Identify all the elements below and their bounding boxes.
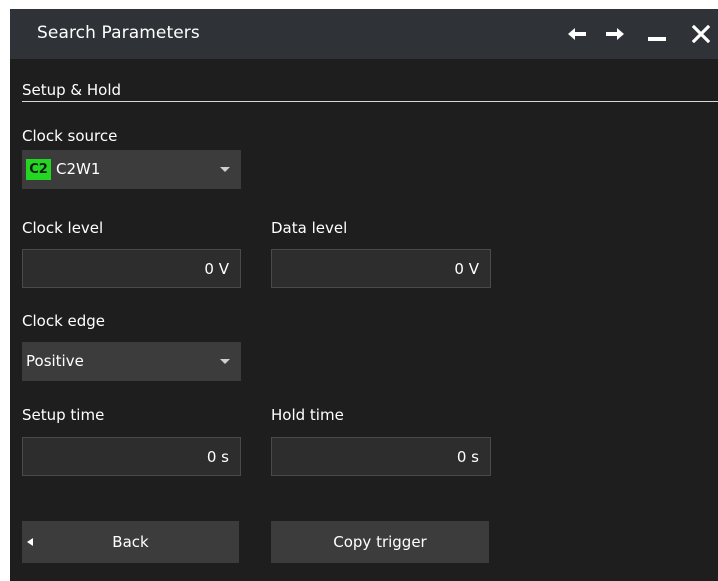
- back-button-label: Back: [112, 533, 149, 551]
- minimize-icon: [648, 37, 666, 41]
- section-title: Setup & Hold: [22, 81, 122, 99]
- close-button[interactable]: [686, 19, 716, 49]
- section-divider: [22, 101, 718, 102]
- setup-time-value: 0 s: [206, 448, 229, 466]
- data-level-input[interactable]: 0 V: [271, 249, 491, 288]
- data-level-value: 0 V: [454, 260, 479, 278]
- chevron-down-icon: [220, 167, 230, 172]
- clock-edge-value: Positive: [26, 352, 84, 370]
- data-level-label: Data level: [271, 219, 348, 237]
- clock-source-label: Clock source: [22, 127, 118, 145]
- clock-source-dropdown[interactable]: C2 C2W1: [22, 150, 241, 189]
- search-parameters-dialog: Search Parameters Setup & Hold Clock sou…: [10, 9, 718, 581]
- close-icon: [692, 25, 710, 43]
- clock-edge-dropdown[interactable]: Positive: [22, 342, 241, 381]
- title-bar: Search Parameters: [10, 9, 718, 59]
- channel-badge: C2: [26, 159, 51, 180]
- forward-arrow-button[interactable]: [600, 19, 630, 49]
- clock-level-label: Clock level: [22, 219, 104, 237]
- copy-trigger-button[interactable]: Copy trigger: [271, 521, 489, 563]
- clock-edge-label: Clock edge: [22, 312, 106, 330]
- arrow-left-icon: [568, 28, 586, 40]
- dialog-title: Search Parameters: [37, 23, 200, 43]
- setup-time-input[interactable]: 0 s: [22, 437, 241, 476]
- minimize-button[interactable]: [642, 19, 672, 49]
- hold-time-value: 0 s: [456, 448, 479, 466]
- setup-time-label: Setup time: [22, 406, 105, 424]
- back-button[interactable]: Back: [22, 521, 239, 563]
- back-arrow-button[interactable]: [562, 19, 592, 49]
- hold-time-input[interactable]: 0 s: [271, 437, 491, 476]
- clock-level-value: 0 V: [204, 260, 229, 278]
- copy-trigger-label: Copy trigger: [333, 533, 427, 551]
- arrow-right-icon: [606, 28, 624, 40]
- clock-source-value: C2W1: [56, 160, 101, 178]
- clock-level-input[interactable]: 0 V: [22, 249, 241, 288]
- hold-time-label: Hold time: [271, 406, 344, 424]
- chevron-down-icon: [220, 359, 230, 364]
